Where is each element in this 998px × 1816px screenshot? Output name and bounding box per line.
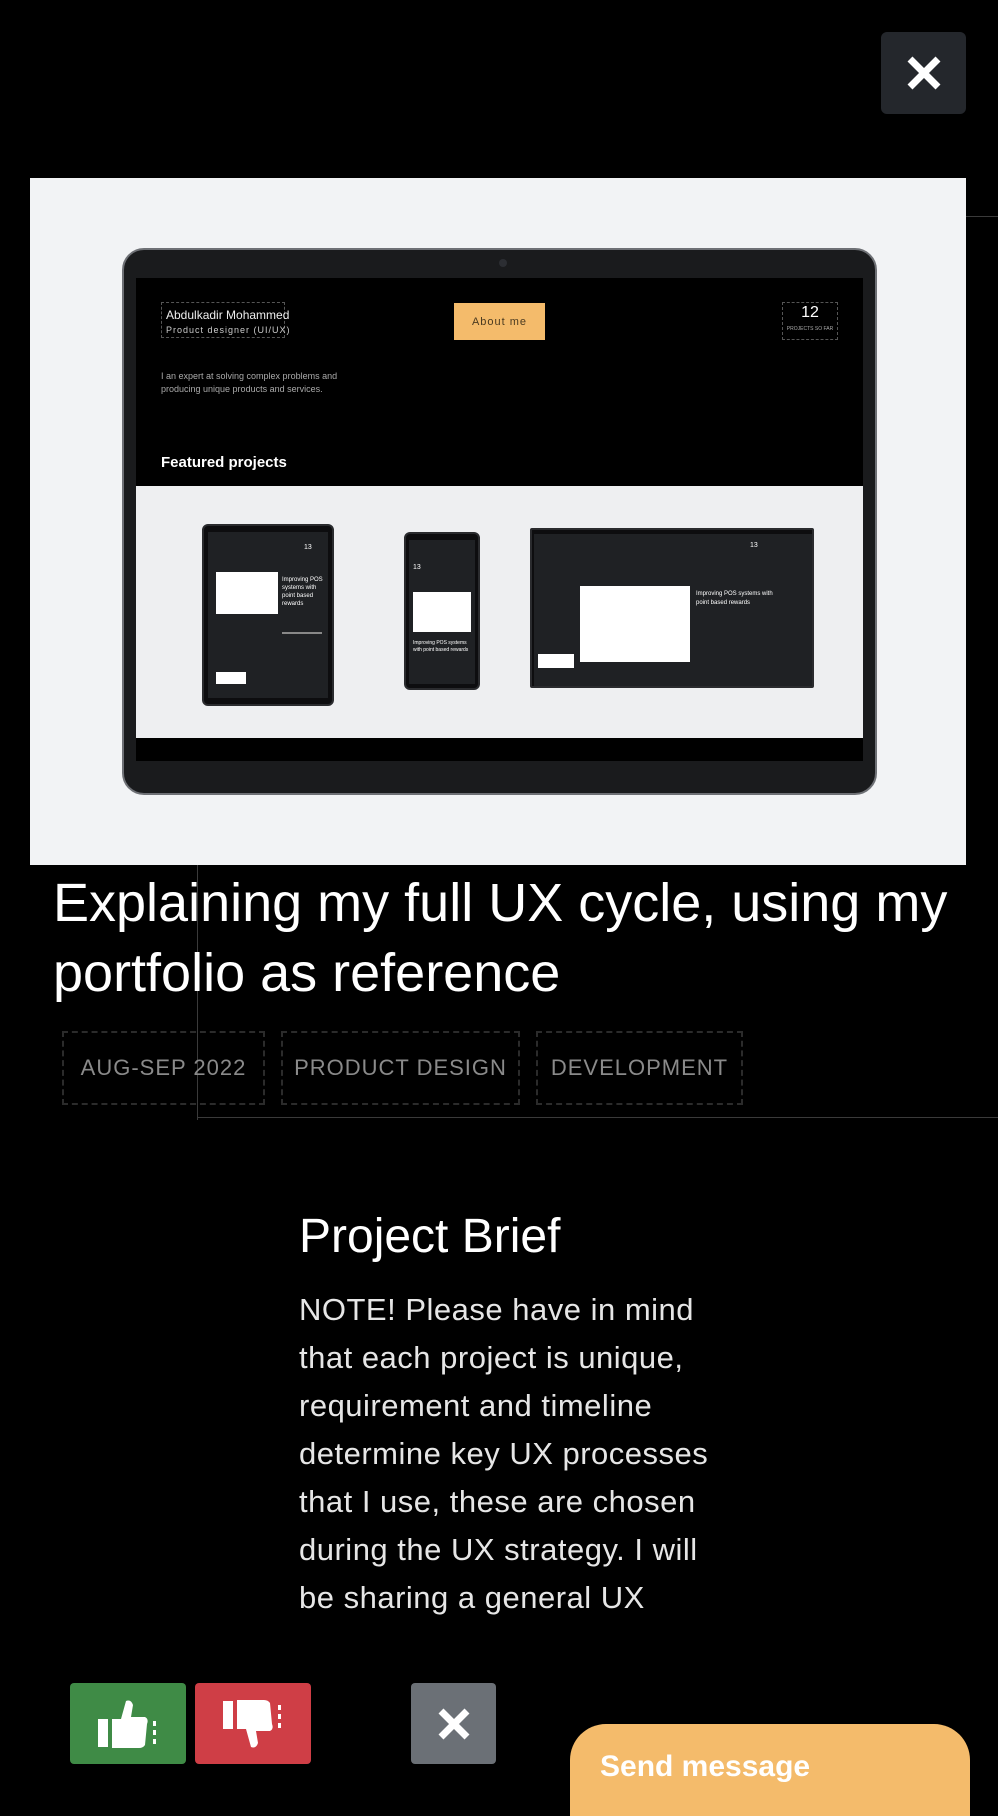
project-brief-text: NOTE! Please have in mind that each proj…	[299, 1292, 709, 1615]
phone-thumbnail	[413, 592, 471, 632]
camera-dot	[499, 259, 507, 267]
mini-projects-label: PROJECTS SO FAR	[786, 326, 834, 332]
mini-projects-count: 12	[801, 304, 819, 321]
phone-count: 13	[413, 564, 421, 571]
tablet-headline: Improving POS systems with point based r…	[282, 577, 323, 607]
desktop-screen: 13 Improving POS systems with point base…	[534, 534, 812, 686]
desktop-thumbnail	[580, 586, 690, 662]
tablet-screen: 13 Improving POS systems with point base…	[208, 532, 328, 698]
background-guide-horizontal-top	[966, 216, 998, 217]
laptop-mockup: Abdulkadir Mohammed Product designer (UI…	[122, 248, 877, 795]
thumbs-down-icon	[223, 1699, 281, 1747]
dislike-button[interactable]	[195, 1683, 311, 1764]
project-hero-image: Abdulkadir Mohammed Product designer (UI…	[30, 178, 966, 865]
mini-name: Abdulkadir Mohammed	[166, 308, 290, 322]
phone-headline: Improving POS systems with point based r…	[413, 640, 469, 653]
tablet-count: 13	[304, 544, 312, 551]
tag-date: AUG-SEP 2022	[62, 1031, 265, 1105]
tag-development: DEVELOPMENT	[536, 1031, 743, 1105]
tag-product-design: PRODUCT DESIGN	[281, 1031, 520, 1105]
desktop-popup	[538, 654, 574, 668]
mini-tagline: I an expert at solving complex problems …	[161, 371, 338, 394]
desktop-mockup: 13 Improving POS systems with point base…	[530, 528, 814, 688]
mini-gallery: 13 Improving POS systems with point base…	[136, 486, 863, 738]
phone-screen: 13 Improving POS systems with point base…	[409, 540, 475, 684]
mini-role: Product designer (UI/UX)	[166, 325, 291, 335]
tablet-mockup: 13 Improving POS systems with point base…	[202, 524, 334, 706]
phone-mockup: 13 Improving POS systems with point base…	[404, 532, 480, 690]
background-guide-horizontal	[197, 1117, 998, 1118]
close-button[interactable]	[881, 32, 966, 114]
tablet-thumbnail	[216, 572, 278, 614]
project-brief-heading: Project Brief	[299, 1210, 561, 1263]
tablet-line	[282, 632, 322, 634]
mini-about-button: About me	[454, 303, 545, 340]
close-icon	[907, 56, 940, 90]
thumbs-up-icon	[98, 1700, 156, 1748]
mini-featured-heading: Featured projects	[161, 454, 287, 471]
project-title: Explaining my full UX cycle, using my po…	[53, 873, 948, 1003]
dismiss-button[interactable]	[411, 1683, 496, 1764]
desktop-count: 13	[750, 542, 758, 549]
close-icon	[438, 1708, 469, 1739]
send-message-button[interactable]: Send message	[570, 1724, 970, 1816]
desktop-headline: Improving POS systems with point based r…	[696, 591, 773, 606]
like-button[interactable]	[70, 1683, 186, 1764]
tablet-popup	[216, 672, 246, 684]
laptop-screen: Abdulkadir Mohammed Product designer (UI…	[136, 278, 863, 761]
